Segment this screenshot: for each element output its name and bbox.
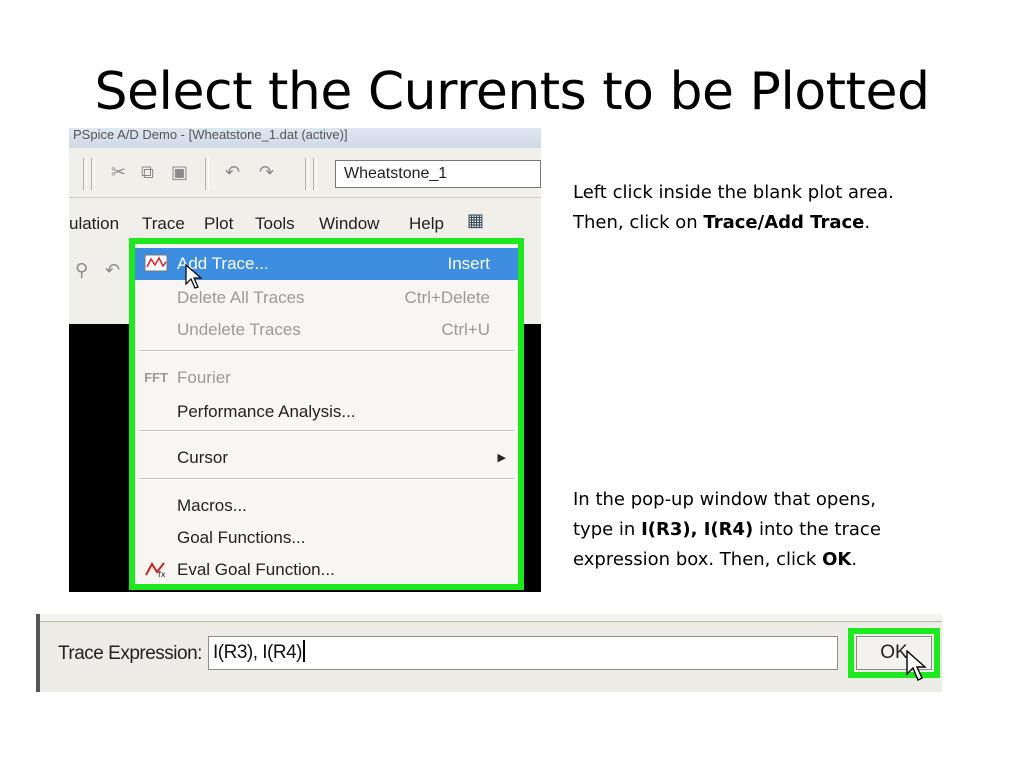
fourier-icon: FFT — [144, 370, 168, 385]
trace-menu: Add Trace... Insert Delete All Traces Ct… — [129, 238, 524, 590]
toolbar-separator — [205, 158, 209, 190]
menu-item-label: Goal Functions... — [177, 528, 306, 547]
redo-icon[interactable]: ↷ — [259, 162, 274, 183]
menu-item-cursor[interactable]: Cursor ▶ — [135, 442, 518, 474]
menu-item-label: Eval Goal Function... — [177, 560, 335, 579]
toolbar-grip[interactable] — [91, 158, 95, 190]
binoculars-icon[interactable]: ⚲ — [75, 260, 88, 281]
menu-item-label: Undelete Traces — [177, 320, 301, 339]
help-context-icon[interactable]: ▦ — [467, 210, 484, 231]
instruction-step-2: In the pop-up window that opens, type in… — [573, 485, 993, 575]
instruction-text: In the pop-up window that opens, — [573, 489, 876, 510]
instruction-text: Left click inside the blank plot area. — [573, 182, 894, 203]
instruction-bold: I(R3), I(R4) — [641, 519, 754, 540]
menu-separator — [139, 430, 514, 432]
trace-expression-screenshot: Trace Expression: I(R3), I(R4) OK — [36, 614, 942, 692]
eval-goal-icon: fx — [143, 560, 169, 580]
mouse-cursor-icon — [906, 650, 927, 681]
instruction-text: Then, click on Trace/Add Trace. — [573, 212, 871, 233]
add-trace-icon — [143, 254, 169, 274]
menu-item-label: Delete All Traces — [177, 288, 305, 307]
copy-icon[interactable]: ⧉ — [141, 162, 154, 183]
undo-icon[interactable]: ↶ — [105, 260, 120, 281]
menu-item-goal-functions[interactable]: Goal Functions... — [135, 522, 518, 554]
paste-icon[interactable]: ▣ — [171, 162, 188, 183]
menu-tools[interactable]: Tools — [255, 214, 295, 234]
menu-item-eval-goal-function[interactable]: fx Eval Goal Function... — [135, 554, 518, 586]
toolbar-grip[interactable] — [305, 158, 309, 190]
slide-title: Select the Currents to be Plotted — [94, 62, 930, 122]
menu-item-label: Performance Analysis... — [177, 402, 356, 421]
instruction-text: expression box. Then, click OK. — [573, 549, 858, 570]
svg-text:fx: fx — [158, 570, 166, 578]
submenu-arrow-icon: ▶ — [497, 452, 506, 464]
trace-expression-input[interactable]: I(R3), I(R4) — [208, 636, 838, 670]
instruction-text: type in I(R3), I(R4) into the trace — [573, 519, 881, 540]
toolbar-grip[interactable] — [313, 158, 317, 190]
instruction-step-1: Left click inside the blank plot area. T… — [573, 178, 993, 238]
instruction-bold: Trace/Add Trace — [703, 212, 865, 233]
menu-help[interactable]: Help — [409, 214, 444, 234]
menu-item-shortcut: Ctrl+U — [441, 320, 490, 339]
dialog-divider — [40, 614, 942, 622]
menu-plot[interactable]: Plot — [204, 214, 233, 234]
menu-item-label: Fourier — [177, 368, 231, 387]
menu-item-shortcut: Insert — [447, 254, 490, 273]
simulation-profile-combo[interactable]: Wheatstone_1 — [335, 160, 541, 188]
menu-item-label: Macros... — [177, 496, 247, 515]
menu-item-shortcut: Ctrl+Delete — [404, 288, 490, 307]
pspice-trace-menu-screenshot: PSpice A/D Demo - [Wheatstone_1.dat (act… — [69, 128, 541, 592]
menu-separator — [139, 478, 514, 480]
menu-trace[interactable]: Trace — [142, 214, 185, 234]
window-title: PSpice A/D Demo - [Wheatstone_1.dat (act… — [69, 128, 541, 148]
menu-item-label: Cursor — [177, 448, 229, 467]
menu-item-macros[interactable]: Macros... — [135, 490, 518, 522]
menu-window[interactable]: Window — [319, 214, 379, 234]
main-toolbar: ✂ ⧉ ▣ ↶ ↷ Wheatstone_1 — [69, 148, 541, 198]
menu-item-delete-all-traces[interactable]: Delete All Traces Ctrl+Delete — [135, 282, 518, 314]
menu-item-fourier[interactable]: FFT Fourier — [135, 362, 518, 394]
cut-icon[interactable]: ✂ — [111, 162, 126, 183]
menu-simulation[interactable]: ulation — [69, 214, 119, 234]
menu-item-undelete-traces[interactable]: Undelete Traces Ctrl+U — [135, 314, 518, 346]
toolbar-grip[interactable] — [83, 158, 87, 190]
menu-item-add-trace[interactable]: Add Trace... Insert — [135, 248, 518, 289]
undo-icon[interactable]: ↶ — [225, 162, 240, 183]
menu-separator — [139, 350, 514, 352]
trace-expression-label: Trace Expression: — [58, 643, 202, 664]
instruction-bold: OK — [822, 549, 852, 570]
text-caret — [303, 640, 305, 662]
menu-item-performance-analysis[interactable]: Performance Analysis... — [135, 396, 518, 428]
